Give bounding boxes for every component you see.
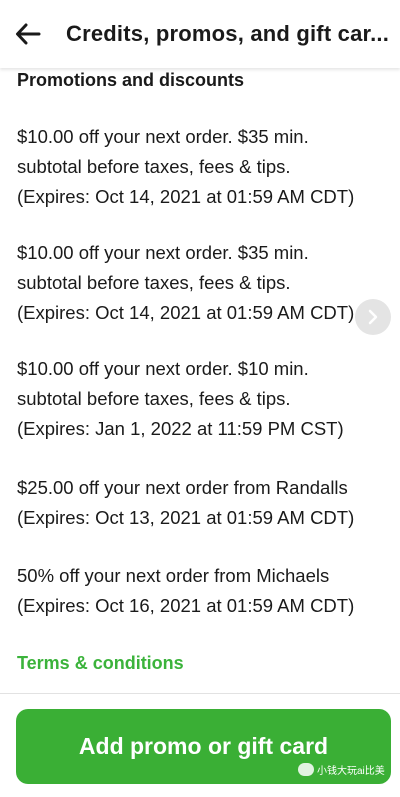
promo-description: $10.00 off your next order. $10 min. [17, 358, 309, 379]
promo-description: subtotal before taxes, fees & tips. [17, 156, 291, 177]
arrow-left-icon [16, 23, 41, 45]
wechat-icon [298, 763, 314, 776]
promo-description: $25.00 off your next order from Randalls [17, 477, 348, 498]
terms-link[interactable]: Terms & conditions [17, 653, 184, 674]
promo-description: subtotal before taxes, fees & tips. [17, 272, 291, 293]
promo-description: subtotal before taxes, fees & tips. [17, 388, 291, 409]
back-button[interactable] [14, 20, 42, 48]
promo-expiry: (Expires: Jan 1, 2022 at 11:59 PM CST) [17, 418, 344, 439]
promo-expiry: (Expires: Oct 13, 2021 at 01:59 AM CDT) [17, 507, 355, 528]
chevron-right-icon [368, 309, 378, 325]
carousel-next-button[interactable] [355, 299, 391, 335]
promo-item: $10.00 off your next order. $35 min. sub… [17, 238, 387, 328]
footer-divider [0, 693, 400, 694]
promo-description: $10.00 off your next order. $35 min. [17, 242, 309, 263]
promo-expiry: (Expires: Oct 14, 2021 at 01:59 AM CDT) [17, 302, 355, 323]
watermark: 小钱大玩ai比美 [298, 762, 385, 777]
promo-item: $10.00 off your next order. $35 min. sub… [17, 122, 387, 212]
promo-item: 50% off your next order from Michaels (E… [17, 561, 387, 621]
promo-expiry: (Expires: Oct 16, 2021 at 01:59 AM CDT) [17, 595, 355, 616]
promo-item: $10.00 off your next order. $10 min. sub… [17, 354, 387, 444]
section-title: Promotions and discounts [17, 70, 245, 90]
promo-description: 50% off your next order from Michaels [17, 565, 330, 586]
promo-description: $10.00 off your next order. $35 min. [17, 126, 309, 147]
watermark-text: 小钱大玩ai比美 [317, 766, 385, 777]
page-title: Credits, promos, and gift car... [66, 21, 390, 46]
app-header: Credits, promos, and gift car... [0, 0, 400, 68]
promo-item: $25.00 off your next order from Randalls… [17, 473, 387, 533]
promo-expiry: (Expires: Oct 14, 2021 at 01:59 AM CDT) [17, 186, 355, 207]
